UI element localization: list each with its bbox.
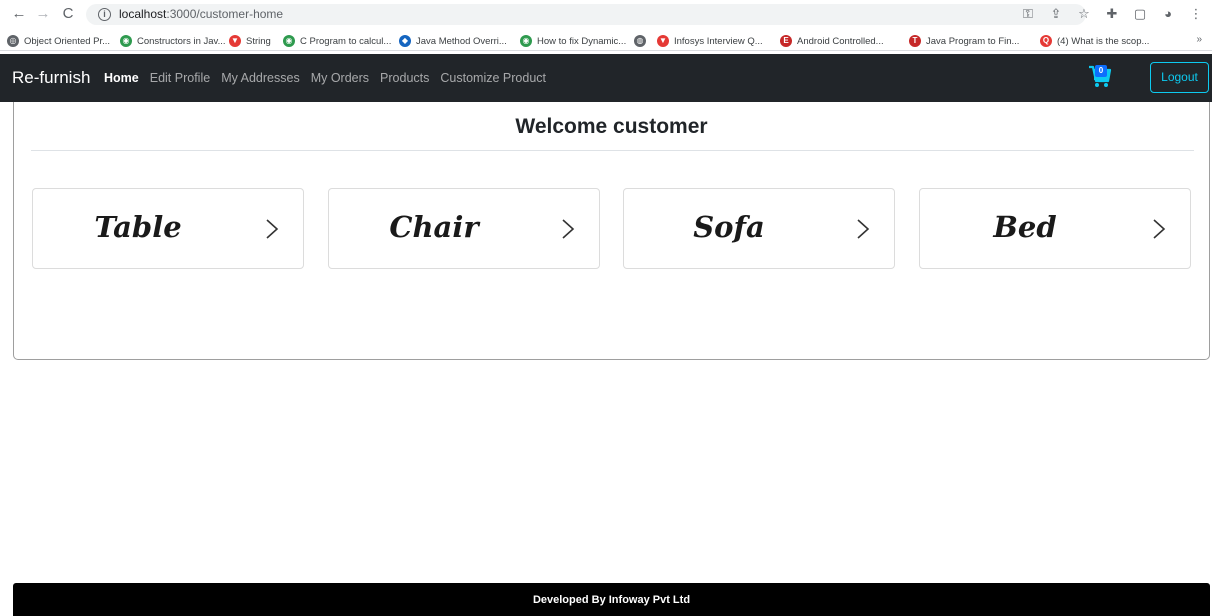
category-tile-chair[interactable]: Chair — [328, 188, 600, 269]
bookmark-item[interactable]: ▼ String — [229, 34, 271, 48]
cart-button[interactable]: 0 — [1088, 64, 1112, 90]
bookmark-item[interactable]: E Android Controlled... — [780, 34, 884, 48]
chevron-right-icon — [857, 219, 870, 239]
address-bar[interactable]: i localhost:3000/customer-home — [86, 4, 1086, 25]
bookmark-favicon-icon: T — [909, 35, 921, 47]
bookmark-item[interactable]: ▼ Infosys Interview Q... — [657, 34, 763, 48]
address-row: ← → C i localhost:3000/customer-home ⚿ ⇪… — [0, 0, 1212, 29]
bookmark-label: How to fix Dynamic... — [537, 35, 627, 47]
category-tile-table[interactable]: Table — [32, 188, 304, 269]
chevron-right-icon — [1153, 219, 1166, 239]
back-arrow-icon[interactable]: ← — [10, 5, 28, 23]
bookmark-favicon-icon: ◉ — [520, 35, 532, 47]
bookmark-label: Object Oriented Pr... — [24, 35, 111, 47]
bookmark-item[interactable]: ◎ Object Oriented Pr... — [7, 34, 110, 48]
url-path: :3000/customer-home — [166, 7, 284, 21]
category-name: Sofa — [693, 210, 765, 244]
category-tile-sofa[interactable]: Sofa — [623, 188, 895, 269]
bookmark-label: String — [246, 35, 271, 47]
reload-icon[interactable]: C — [59, 5, 77, 23]
bookmark-favicon-icon: ◍ — [634, 35, 646, 47]
bookmark-favicon-icon: ▼ — [229, 35, 241, 47]
bookmark-item[interactable]: ◉ C Program to calcul... — [283, 34, 391, 48]
share-icon[interactable]: ⇪ — [1048, 5, 1064, 23]
bookmark-favicon-icon: ▼ — [657, 35, 669, 47]
app-navbar: Re-furnish Home Edit Profile My Addresse… — [0, 54, 1212, 102]
kebab-menu-icon[interactable]: ⋮ — [1188, 5, 1204, 23]
star-icon[interactable]: ☆ — [1076, 5, 1092, 23]
bookmark-label: C Program to calcul... — [300, 35, 392, 47]
bookmark-label: Constructors in Jav... — [137, 35, 226, 47]
category-name: Chair — [389, 210, 479, 244]
bookmarks-bar: » ◎ Object Oriented Pr... ◉ Constructors in… — [0, 31, 1212, 51]
browser-actions: ⚿ ⇪ ☆ ✚ ▢ ◕ ⋮ — [1020, 5, 1204, 23]
cart-count-badge: 0 — [1095, 65, 1107, 77]
nav-link-products[interactable]: Products — [380, 70, 429, 86]
category-name: Table — [94, 210, 182, 244]
extensions-icon[interactable]: ✚ — [1104, 5, 1120, 23]
chevron-right-icon — [266, 219, 279, 239]
bookmark-item[interactable]: T Java Program to Fin... — [909, 34, 1019, 48]
bookmark-favicon-icon: ◉ — [283, 35, 295, 47]
nav-link-my-orders[interactable]: My Orders — [311, 70, 369, 86]
bookmark-favicon-icon: Q — [1040, 35, 1052, 47]
nav-link-customize-product[interactable]: Customize Product — [440, 70, 546, 86]
profile-icon[interactable]: ◕ — [1160, 5, 1176, 23]
nav-link-home[interactable]: Home — [104, 70, 139, 86]
bookmark-item[interactable]: Q (4) What is the scop... — [1040, 34, 1149, 48]
nav-link-my-addresses[interactable]: My Addresses — [221, 70, 300, 86]
divider — [31, 150, 1194, 151]
main-card: Welcome customer Table Chair Sofa Bed — [13, 102, 1210, 360]
page-title: Welcome customer — [515, 115, 708, 138]
bookmark-favicon-icon: E — [780, 35, 792, 47]
nav-links: Home Edit Profile My Addresses My Orders… — [104, 70, 557, 86]
bookmark-item[interactable]: ◍ — [634, 34, 651, 48]
key-icon[interactable]: ⚿ — [1020, 5, 1036, 23]
bookmark-label: Java Program to Fin... — [926, 35, 1020, 47]
bookmark-item[interactable]: ◉ Constructors in Jav... — [120, 34, 226, 48]
bookmark-item[interactable]: ◆ Java Method Overri... — [399, 34, 507, 48]
bookmark-item[interactable]: ◉ How to fix Dynamic... — [520, 34, 626, 48]
brand-logo[interactable]: Re-furnish — [12, 67, 90, 88]
bookmark-favicon-icon: ◉ — [120, 35, 132, 47]
bookmark-favicon-icon: ◆ — [399, 35, 411, 47]
chevron-right-icon — [562, 219, 575, 239]
bookmark-label: Android Controlled... — [797, 35, 884, 47]
url-host: localhost — [119, 7, 167, 21]
bookmarks-more-icon[interactable]: » — [1196, 34, 1202, 45]
browser-chrome: ← → C i localhost:3000/customer-home ⚿ ⇪… — [0, 0, 1212, 52]
footer-text: Developed By Infoway Pvt Ltd — [532, 594, 691, 606]
bookmark-favicon-icon: ◎ — [7, 35, 19, 47]
window-icon[interactable]: ▢ — [1132, 5, 1148, 23]
bookmark-label: Infosys Interview Q... — [674, 35, 763, 47]
nav-link-edit-profile[interactable]: Edit Profile — [150, 70, 210, 86]
info-icon[interactable]: i — [98, 8, 111, 21]
category-tile-bed[interactable]: Bed — [919, 188, 1191, 269]
logout-button[interactable]: Logout — [1150, 62, 1209, 93]
category-name: Bed — [993, 210, 1057, 244]
footer: Developed By Infoway Pvt Ltd — [13, 583, 1210, 616]
bookmark-label: Java Method Overri... — [416, 35, 507, 47]
bookmark-label: (4) What is the scop... — [1057, 35, 1150, 47]
url-text[interactable]: localhost:3000/customer-home — [119, 7, 283, 22]
forward-arrow-icon[interactable]: → — [34, 5, 52, 23]
